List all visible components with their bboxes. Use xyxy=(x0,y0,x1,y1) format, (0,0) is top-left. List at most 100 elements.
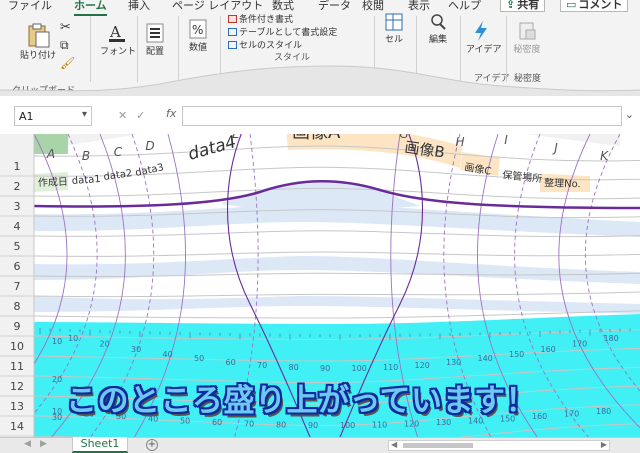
cell-row2[interactable]: 整理No. xyxy=(544,176,581,190)
ruler-top-label: 90 xyxy=(320,364,330,373)
row-header[interactable]: 13 xyxy=(10,400,24,413)
ruler-bottom-label: 80 xyxy=(276,420,286,429)
copy-icon: ⧉ xyxy=(60,38,69,52)
ruler-top-label: 30 xyxy=(131,345,141,354)
row-header[interactable]: 7 xyxy=(14,280,21,293)
ruler-bottom-label: 120 xyxy=(404,420,419,429)
column-header[interactable]: D xyxy=(145,139,154,153)
sheet-tab[interactable]: Sheet1 xyxy=(72,437,128,453)
row-header[interactable]: 11 xyxy=(10,360,24,373)
comment-icon: ▭ xyxy=(566,0,577,11)
cell-row2[interactable]: data1 xyxy=(71,174,101,187)
ruler-top-label: 40 xyxy=(163,350,173,359)
cell-style-icon xyxy=(228,41,237,49)
column-header[interactable]: K xyxy=(600,149,609,163)
name-box[interactable]: A1 ▾ xyxy=(14,106,92,126)
ruler-left-label: 10 xyxy=(52,337,62,346)
column-header[interactable]: B xyxy=(82,149,90,163)
ribbon-tab[interactable]: ヘルプ xyxy=(448,0,481,13)
cell-row2[interactable]: data2 xyxy=(103,168,133,183)
insert-function-button[interactable]: fx xyxy=(166,107,176,120)
worksheet-grid[interactable]: 1234567891011121314 ABCDEFGHIJK data4 画像… xyxy=(0,134,640,437)
scroll-thumb[interactable] xyxy=(403,443,473,448)
share-icon: ⇪ xyxy=(506,0,516,11)
row-line xyxy=(34,291,640,298)
row-header[interactable]: 2 xyxy=(14,180,21,193)
font-button[interactable]: A フォント xyxy=(100,22,136,57)
band xyxy=(34,296,640,314)
ruler-bottom-label: 170 xyxy=(564,410,579,419)
ruler-top-label: 60 xyxy=(226,358,236,367)
conditional-format-button[interactable]: 条件付き書式 xyxy=(228,12,293,25)
ruler-top-label: 20 xyxy=(100,340,110,349)
ruler-top-label: 140 xyxy=(478,354,493,363)
cells-button[interactable]: セル xyxy=(380,12,408,45)
headline-text: このところ盛り上がっています！ xyxy=(66,383,537,419)
copy-button[interactable]: ⧉ xyxy=(60,38,69,53)
row-header[interactable]: 6 xyxy=(14,260,21,273)
alignment-button[interactable]: 配置 xyxy=(142,22,168,57)
chevron-left-icon[interactable]: ◀ xyxy=(24,439,31,449)
row-header[interactable]: 8 xyxy=(14,300,21,313)
cell-row2[interactable]: 保管場所 xyxy=(502,168,543,185)
cell-data4[interactable]: data4 xyxy=(186,134,239,165)
comment-button[interactable]: ▭ コメント xyxy=(560,0,629,12)
row-header[interactable]: 12 xyxy=(10,380,24,393)
ruler-top-label: 160 xyxy=(541,345,556,354)
number-button[interactable]: % 数値 xyxy=(184,18,212,53)
ribbon-tab[interactable]: データ xyxy=(318,0,351,13)
sensitivity-button[interactable]: 秘密度 xyxy=(512,20,542,55)
cell-row2[interactable]: 作成日 xyxy=(38,176,68,189)
format-as-table-button[interactable]: テーブルとして書式設定 xyxy=(228,25,337,38)
ribbon-tab[interactable]: ファイル xyxy=(8,0,52,13)
row-header[interactable]: 4 xyxy=(14,220,21,233)
lightning-icon xyxy=(475,21,487,41)
add-sheet-icon[interactable]: + xyxy=(146,439,158,451)
cells-icon xyxy=(385,13,403,31)
chevron-down-icon[interactable]: ⌄ xyxy=(625,108,634,121)
row-header[interactable]: 14 xyxy=(10,420,24,433)
ideas-button[interactable]: アイデア xyxy=(466,20,502,55)
cut-button[interactable]: ✂ xyxy=(60,20,71,35)
horizontal-scrollbar[interactable]: ◀ ▶ xyxy=(388,440,610,451)
ruler-top-label: 110 xyxy=(383,363,398,372)
ruler-left-label: 20 xyxy=(52,375,62,384)
ruler-top-label: 80 xyxy=(289,363,299,372)
ruler-top-label: 70 xyxy=(257,361,267,370)
row-header[interactable]: 3 xyxy=(14,200,21,213)
chevron-right-icon[interactable]: ▶ xyxy=(40,439,47,449)
column-header[interactable]: J xyxy=(552,141,558,155)
ribbon-tab[interactable]: ホーム xyxy=(74,0,107,16)
row-header[interactable]: 5 xyxy=(14,240,21,253)
cell-image-a[interactable]: 画像A xyxy=(292,134,341,143)
ruler-top-label: 100 xyxy=(352,364,367,373)
font-icon: A xyxy=(109,23,125,42)
row-header[interactable]: 1 xyxy=(14,160,21,173)
column-header[interactable]: C xyxy=(114,145,123,159)
cancel-icon[interactable]: ✕ xyxy=(118,109,127,122)
share-button[interactable]: ⇪ 共有 xyxy=(500,0,546,12)
row-line xyxy=(34,310,640,319)
ribbon-curve xyxy=(0,65,640,96)
column-header[interactable]: H xyxy=(455,135,464,149)
ribbon-tab[interactable]: 挿入 xyxy=(128,0,150,13)
paste-button[interactable]: 貼り付け xyxy=(18,22,58,61)
clipboard-icon xyxy=(28,23,50,48)
row-line xyxy=(34,251,640,257)
chevron-right-icon[interactable]: ▶ xyxy=(601,440,607,449)
ruler-top-label: 170 xyxy=(572,340,587,349)
enter-icon[interactable]: ✓ xyxy=(136,109,145,122)
cell-row2[interactable]: data3 xyxy=(134,162,165,179)
ruler-bottom-label: 110 xyxy=(372,420,387,429)
editing-button[interactable]: 編集 xyxy=(424,12,452,45)
ruler-left-label: 30 xyxy=(52,413,62,422)
chevron-left-icon[interactable]: ◀ xyxy=(391,440,397,449)
row-header[interactable]: 9 xyxy=(14,320,21,333)
formula-bar: A1 ▾ ✕ ✓ fx ⌄ xyxy=(0,98,640,134)
row-header[interactable]: 10 xyxy=(10,340,24,353)
conditional-format-icon xyxy=(228,15,237,23)
svg-text:%: % xyxy=(192,23,203,37)
formula-input[interactable] xyxy=(182,106,622,126)
column-header[interactable]: I xyxy=(504,134,508,147)
column-header[interactable]: A xyxy=(46,147,55,161)
